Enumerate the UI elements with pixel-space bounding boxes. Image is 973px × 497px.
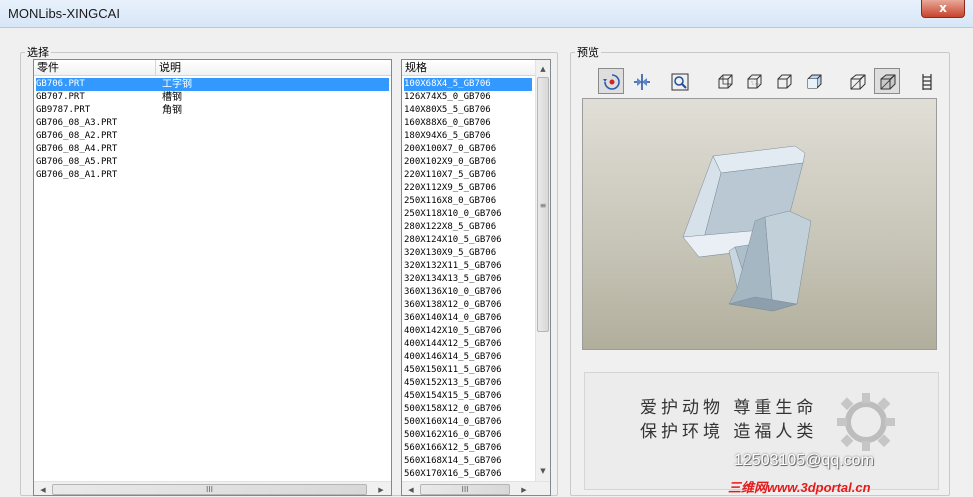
part-list-item[interactable]: GB706_08_A2.PRT — [36, 130, 389, 143]
part-list-item[interactable]: GB706_08_A4.PRT — [36, 143, 389, 156]
spec-list-item[interactable]: 320X130X9_5_GB706 — [404, 247, 532, 260]
more-button[interactable] — [915, 68, 935, 94]
spec-list-item[interactable]: 500X160X14_0_GB706 — [404, 416, 532, 429]
spec-list-item[interactable]: 560X170X16_5_GB706 — [404, 468, 532, 481]
spec-vscrollbar[interactable]: ▲ ≡ ▼ — [535, 60, 550, 481]
spec-list-item[interactable]: 450X150X11_5_GB706 — [404, 364, 532, 377]
parts-hscroll-thumb[interactable]: III — [52, 484, 367, 495]
spec-scroll-right-icon[interactable]: ▶ — [517, 483, 531, 495]
spec-list-item[interactable]: 500X158X12_0_GB706 — [404, 403, 532, 416]
parts-hscrollbar[interactable]: ◀ III ▶ — [34, 481, 391, 495]
window-title: MONLibs-XINGCAI — [8, 6, 120, 21]
spec-scroll-left-icon[interactable]: ◀ — [404, 483, 418, 495]
spec-list-item[interactable]: 100X68X4_5_GB706 — [404, 78, 532, 91]
spec-list-item[interactable]: 450X154X15_5_GB706 — [404, 390, 532, 403]
spec-list-item[interactable]: 400X144X12_5_GB706 — [404, 338, 532, 351]
spec-list-item[interactable]: 560X166X12_5_GB706 — [404, 442, 532, 455]
spec-list-item[interactable]: 280X124X10_5_GB706 — [404, 234, 532, 247]
shaded-button[interactable] — [800, 68, 826, 94]
spec-list-item[interactable]: 360X140X14_0_GB706 — [404, 312, 532, 325]
slogan-line-2: 保护环境 造福人类 — [640, 422, 818, 442]
part-description: 工字钢 — [162, 78, 192, 91]
part-list-item[interactable]: GB9787.PRT — [36, 104, 389, 117]
spin-icon — [634, 74, 650, 90]
zoom-window-icon — [671, 73, 689, 91]
scroll-down-icon[interactable]: ▼ — [536, 464, 550, 478]
part-description: 角钢 — [162, 105, 182, 116]
spec-list-item[interactable]: 180X94X6_5_GB706 — [404, 130, 532, 143]
spec-list-item[interactable]: 280X122X8_5_GB706 — [404, 221, 532, 234]
spec-list-item[interactable]: 220X112X9_5_GB706 — [404, 182, 532, 195]
shaded-cube-icon — [880, 74, 896, 90]
slogan-line-1: 爱护动物 尊重生命 — [640, 398, 818, 418]
i-beam-model — [682, 145, 812, 312]
column-header-part[interactable]: 零件 — [34, 60, 156, 76]
title-bar: MONLibs-XINGCAI x — [0, 0, 973, 28]
shaded-cube-button[interactable] — [874, 68, 900, 94]
scroll-right-icon[interactable]: ▶ — [374, 483, 388, 495]
column-header-desc[interactable]: 说明 — [156, 60, 391, 76]
spec-list-item[interactable]: 250X118X10_0_GB706 — [404, 208, 532, 221]
close-icon: x — [939, 1, 947, 15]
gear-icon — [837, 393, 895, 451]
spec-list-item[interactable]: 160X88X6_0_GB706 — [404, 117, 532, 130]
spec-list-item[interactable]: 400X142X10_5_GB706 — [404, 325, 532, 338]
part-list-item[interactable]: GB706_08_A3.PRT — [36, 117, 389, 130]
close-button[interactable]: x — [921, 0, 965, 18]
spec-list-item[interactable]: 200X102X9_0_GB706 — [404, 156, 532, 169]
preview-group-legend: 预览 — [577, 46, 599, 59]
spec-list-item[interactable]: 220X110X7_5_GB706 — [404, 169, 532, 182]
shaded-edges-icon — [718, 74, 733, 89]
scroll-left-icon[interactable]: ◀ — [36, 483, 50, 495]
spec-list-item[interactable]: 360X136X10_0_GB706 — [404, 286, 532, 299]
no-hidden-button[interactable] — [770, 68, 796, 94]
part-list-item[interactable]: GB706_08_A5.PRT — [36, 156, 389, 169]
contact-email: 12503105@qq.com — [734, 452, 874, 469]
model-preview-viewport[interactable] — [582, 98, 937, 350]
spec-hscroll-thumb[interactable]: III — [420, 484, 510, 495]
spec-list-item[interactable]: 320X134X13_5_GB706 — [404, 273, 532, 286]
more-icon — [922, 74, 932, 90]
part-description: 槽钢 — [162, 92, 182, 103]
spec-list-item[interactable]: 500X162X16_0_GB706 — [404, 429, 532, 442]
hidden-line-icon — [747, 74, 762, 89]
spec-list-item[interactable]: 360X138X12_0_GB706 — [404, 299, 532, 312]
spec-list-item[interactable]: 560X168X14_5_GB706 — [404, 455, 532, 468]
wireframe-icon — [850, 74, 866, 90]
orient-icon — [603, 74, 620, 90]
shaded-edges-button[interactable] — [711, 68, 737, 94]
zoom-window-button[interactable] — [666, 68, 692, 94]
part-list-item[interactable]: GB706.PRT — [36, 78, 389, 91]
spec-list[interactable]: 规格 100X68X4_5_GB706 126X74X5_0_GB706 140X8… — [401, 59, 551, 496]
orient-button[interactable] — [598, 68, 624, 94]
spec-list-item[interactable]: 140X80X5_5_GB706 — [404, 104, 532, 117]
part-list-item[interactable]: GB707.PRT — [36, 91, 389, 104]
part-list-item[interactable]: GB706_08_A1.PRT — [36, 169, 389, 182]
spec-hscrollbar[interactable]: ◀ III ▶ — [402, 481, 550, 495]
scroll-up-icon[interactable]: ▲ — [536, 62, 550, 76]
spec-list-item[interactable]: 450X152X13_5_GB706 — [404, 377, 532, 390]
parts-list[interactable]: 零件 说明 GB706.PRT GB707.PRT GB9787.PRT GB706_… — [33, 59, 392, 496]
spec-list-item[interactable]: 250X116X8_0_GB706 — [404, 195, 532, 208]
spec-list-item[interactable]: 320X132X11_5_GB706 — [404, 260, 532, 273]
spec-list-item[interactable]: 126X74X5_0_GB706 — [404, 91, 532, 104]
wireframe-button[interactable] — [844, 68, 870, 94]
spec-vscroll-thumb[interactable]: ≡ — [537, 77, 549, 332]
no-hidden-icon — [777, 74, 792, 89]
spec-list-item[interactable]: 400X146X14_5_GB706 — [404, 351, 532, 364]
shaded-icon — [807, 74, 822, 89]
select-group-legend: 选择 — [27, 46, 49, 59]
column-header-spec[interactable]: 规格 — [402, 60, 535, 76]
spin-button[interactable] — [628, 68, 654, 94]
hidden-line-button[interactable] — [740, 68, 766, 94]
site-watermark: 三维网www.3dportal.cn — [728, 480, 871, 495]
spec-list-item[interactable]: 200X100X7_0_GB706 — [404, 143, 532, 156]
